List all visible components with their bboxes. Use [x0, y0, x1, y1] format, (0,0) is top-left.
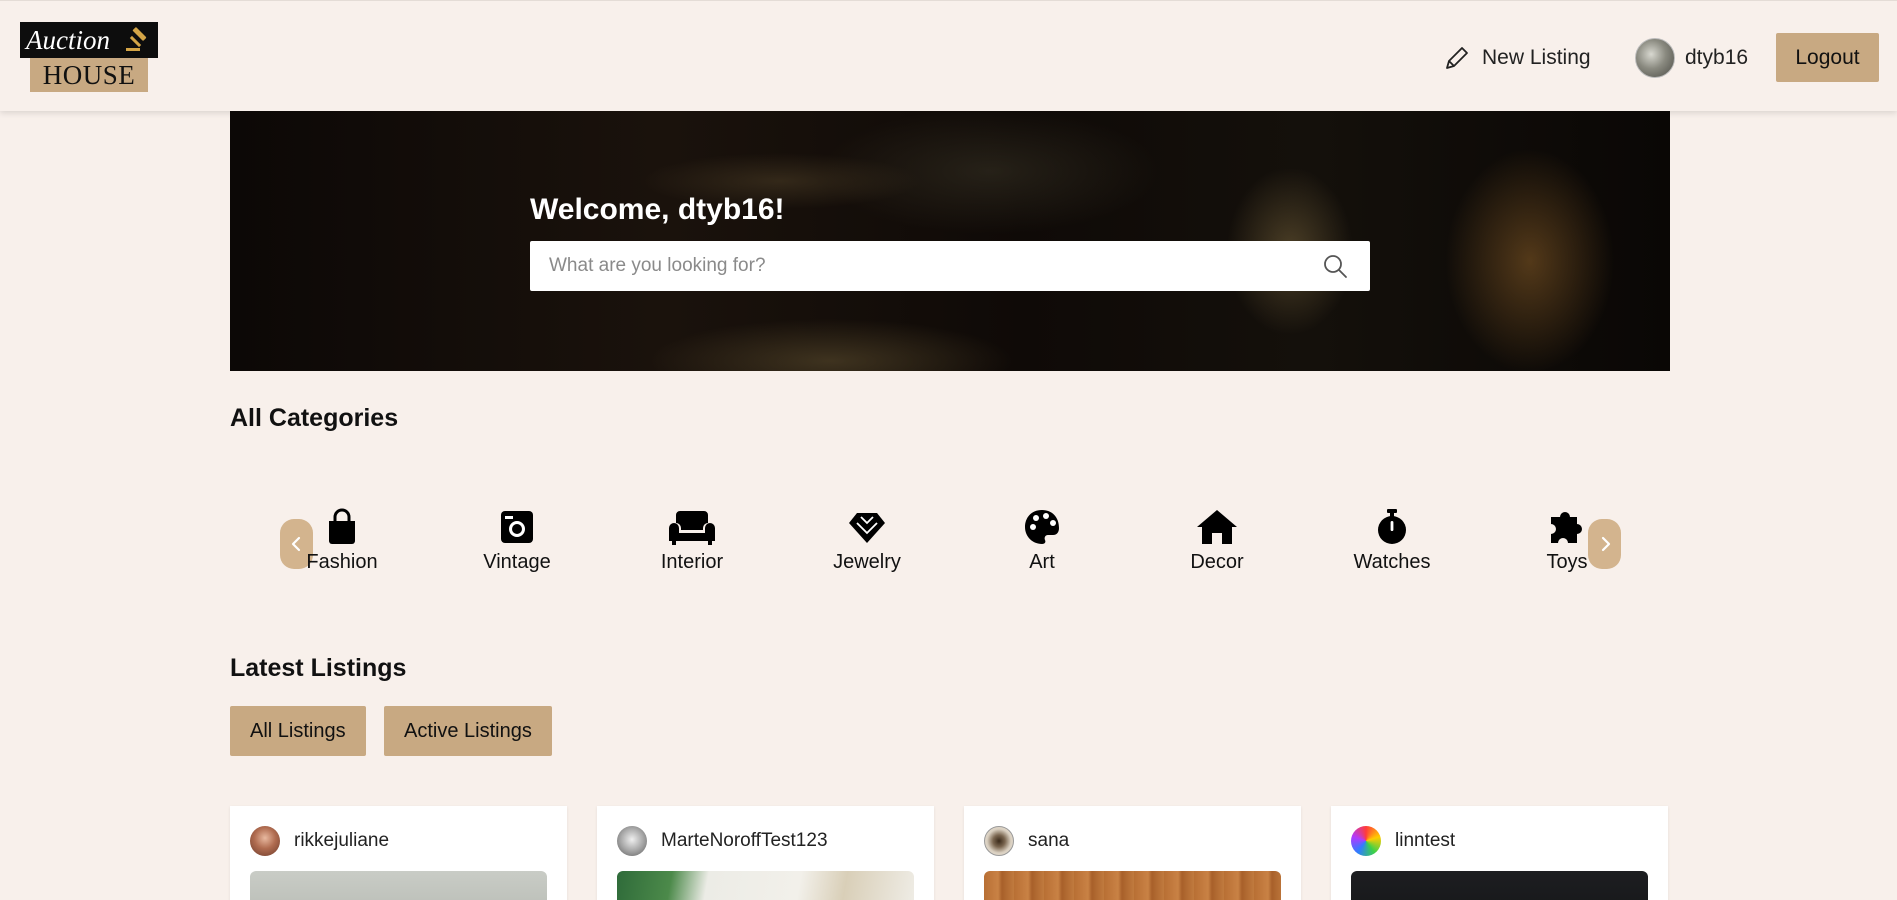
seller-name: sana [1028, 830, 1070, 851]
avatar [617, 826, 647, 856]
hero-banner: Welcome, dtyb16! [230, 111, 1670, 371]
seller-name: rikkejuliane [294, 830, 390, 851]
site-header: Auction HOUSE New Listing dtyb16 Logout [0, 0, 1897, 111]
username-label: dtyb16 [1685, 46, 1749, 69]
category-label: Art [1029, 551, 1055, 573]
shopping-bag-icon [329, 508, 355, 544]
gavel-icon [126, 27, 147, 51]
listing-image[interactable] [250, 871, 547, 900]
category-interior[interactable]: Interior [632, 507, 752, 583]
card-seller[interactable]: rikkejuliane [250, 826, 389, 856]
couch-icon [669, 511, 715, 545]
search-input[interactable] [530, 241, 1310, 291]
seller-name: linntest [1395, 830, 1456, 851]
avatar [1635, 38, 1675, 78]
search-icon[interactable] [1322, 253, 1348, 279]
category-label: Decor [1190, 551, 1244, 573]
chevron-right-icon [1601, 536, 1610, 552]
card-seller[interactable]: MarteNoroffTest123 [617, 826, 828, 856]
welcome-heading: Welcome, dtyb16! [530, 193, 785, 226]
category-jewelry[interactable]: Jewelry [807, 507, 927, 583]
category-fashion[interactable]: Fashion [282, 507, 402, 583]
listing-image[interactable] [1351, 871, 1648, 900]
auction-house-logo[interactable]: Auction HOUSE [20, 22, 158, 92]
categories-title: All Categories [230, 404, 399, 432]
active-listings-button[interactable]: Active Listings [384, 706, 552, 756]
pencil-icon [1446, 47, 1468, 69]
category-art[interactable]: Art [982, 507, 1102, 583]
listing-card[interactable]: MarteNoroffTest123 [597, 806, 934, 900]
logo-top: Auction [20, 22, 158, 58]
latest-listings-title: Latest Listings [230, 654, 407, 682]
house-icon [1197, 510, 1237, 544]
all-listings-button[interactable]: All Listings [230, 706, 366, 756]
listing-image[interactable] [617, 871, 914, 900]
category-label: Jewelry [833, 551, 901, 573]
gem-icon [849, 513, 885, 543]
category-label: Vintage [483, 551, 551, 573]
puzzle-icon [1551, 511, 1582, 543]
avatar [250, 826, 280, 856]
stopwatch-icon [1378, 509, 1406, 544]
logout-button[interactable]: Logout [1776, 33, 1879, 82]
categories-next-button[interactable] [1588, 519, 1621, 569]
camera-icon [501, 511, 533, 543]
category-decor[interactable]: Decor [1157, 507, 1277, 583]
avatar [1351, 826, 1381, 856]
category-watches[interactable]: Watches [1332, 507, 1452, 583]
category-label: Watches [1353, 551, 1431, 573]
palette-icon [1025, 510, 1059, 544]
seller-name: MarteNoroffTest123 [661, 830, 828, 851]
search-bar [530, 241, 1370, 291]
category-label: Fashion [306, 551, 378, 573]
logo-top-text: Auction [26, 25, 110, 55]
avatar [984, 826, 1014, 856]
listing-image[interactable] [984, 871, 1281, 900]
user-profile-link[interactable]: dtyb16 [1635, 38, 1748, 78]
listing-card[interactable]: rikkejuliane [230, 806, 567, 900]
category-vintage[interactable]: Vintage [457, 507, 577, 583]
card-seller[interactable]: linntest [1351, 826, 1455, 856]
logo-bottom: HOUSE [30, 58, 148, 92]
new-listing-link[interactable]: New Listing [1442, 41, 1591, 75]
listing-card[interactable]: sana [964, 806, 1301, 900]
category-label: Interior [660, 551, 724, 573]
card-seller[interactable]: sana [984, 826, 1069, 856]
listing-card[interactable]: linntest [1331, 806, 1668, 900]
new-listing-label: New Listing [1482, 46, 1591, 69]
